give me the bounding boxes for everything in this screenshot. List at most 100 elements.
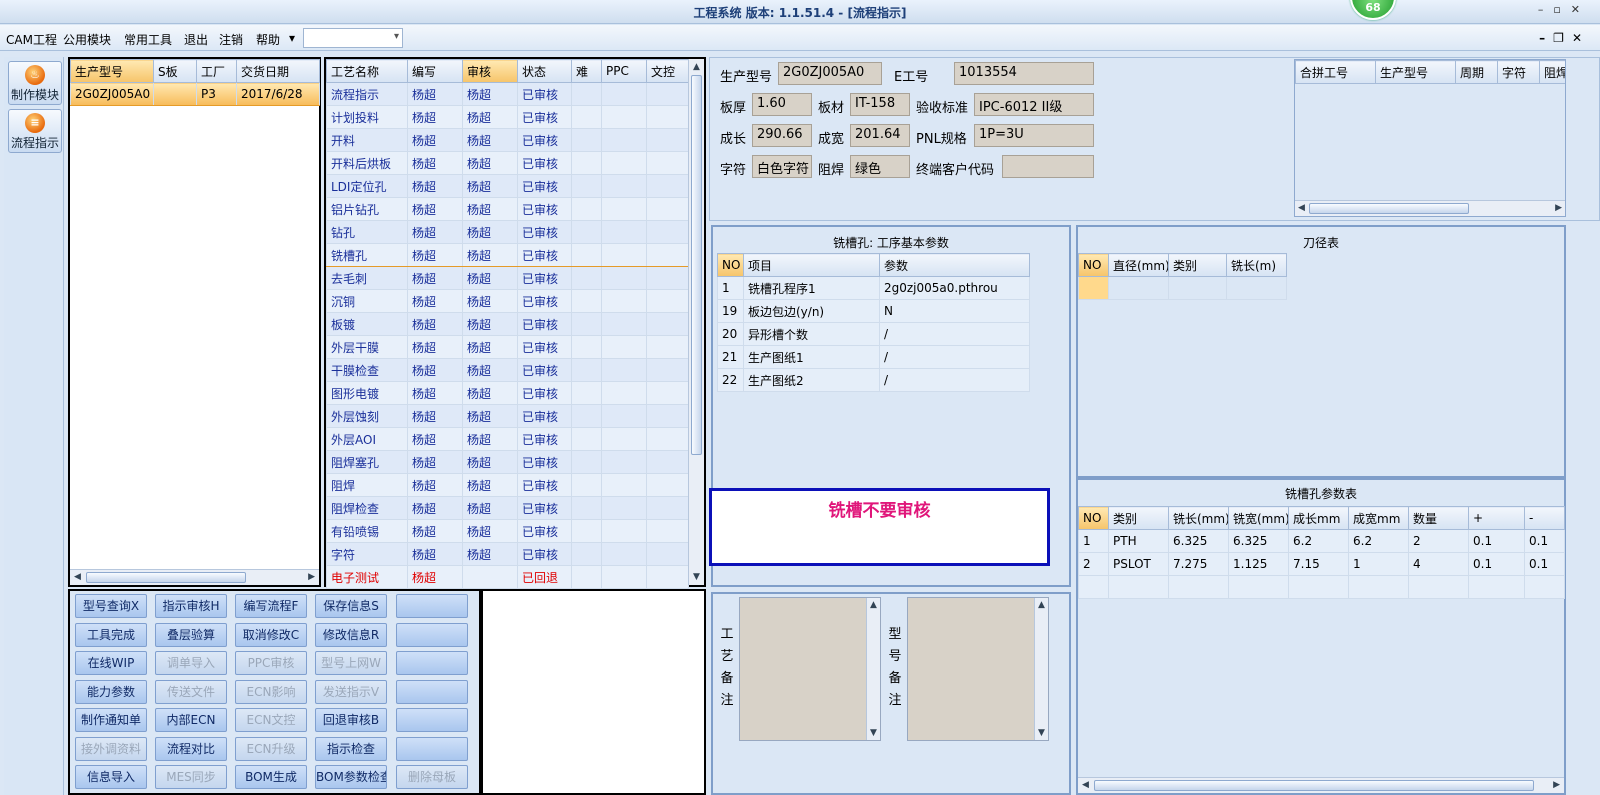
action-button[interactable]: 在线WIP (75, 651, 147, 675)
action-button[interactable]: 保存信息S (315, 594, 387, 618)
col-header[interactable]: 直径(mm) (1108, 253, 1169, 277)
col-header[interactable]: 类别 (1108, 506, 1169, 530)
col-header[interactable]: 数量 (1408, 506, 1469, 530)
table-row[interactable]: 字符 杨超 杨超 已审核 (326, 542, 689, 566)
col-header[interactable]: 状态 (517, 59, 572, 83)
table-row[interactable]: 外层干膜 杨超 杨超 已审核 (326, 335, 689, 359)
standard-field[interactable]: IPC-6012 II级 (974, 93, 1094, 116)
toolbar-combo[interactable] (303, 28, 403, 48)
table-row[interactable]: 19 板边包边(y/n) N (717, 299, 1030, 323)
model-memo-field[interactable]: ▲ ▼ (907, 597, 1049, 741)
menu-cam[interactable]: CAM工程 (6, 31, 57, 48)
table-row[interactable]: 电子测试 杨超 已回退 (326, 565, 689, 589)
table-row[interactable]: 有铅喷锡 杨超 杨超 已审核 (326, 519, 689, 543)
scroll-thumb[interactable] (86, 572, 246, 583)
table-row[interactable]: 流程指示 杨超 杨超 已审核 (326, 82, 689, 106)
action-button[interactable]: 内部ECN (155, 708, 227, 732)
action-button[interactable]: 接外调资料 (75, 736, 147, 761)
action-button[interactable]: 修改信息R (315, 622, 387, 647)
col-header[interactable]: 类别 (1168, 253, 1227, 277)
left-arrow-icon[interactable]: ◀ (74, 572, 81, 582)
table-row[interactable]: 去毛刺 杨超 杨超 已审核 (326, 266, 689, 290)
customer-field[interactable] (1002, 155, 1094, 178)
col-header[interactable]: 文控 (646, 59, 689, 83)
order-hscroll[interactable]: ◀ ▶ (70, 569, 319, 585)
close-icon[interactable]: ✕ (1572, 31, 1590, 45)
menu-help[interactable]: 帮助 (256, 31, 280, 48)
close-icon[interactable]: ✕ (1571, 3, 1590, 16)
table-row[interactable]: 阻焊 杨超 杨超 已审核 (326, 473, 689, 497)
col-header[interactable]: S板 (153, 59, 197, 83)
width-field[interactable]: 201.64 (850, 124, 910, 147)
maximize-icon[interactable]: ▫ (1553, 3, 1570, 16)
empty-button[interactable] (396, 622, 468, 647)
col-header[interactable]: 参数 (879, 253, 1030, 277)
table-row[interactable] (1078, 276, 1287, 300)
action-button[interactable]: 型号查询X (75, 594, 147, 618)
process-vscroll[interactable]: ▲ ▼ (688, 59, 704, 585)
mask-field[interactable]: 绿色 (850, 155, 910, 178)
action-button[interactable]: 叠层验算 (155, 622, 227, 647)
left-arrow-icon[interactable]: ◀ (1082, 780, 1089, 790)
action-button[interactable]: 取消修改C (235, 622, 307, 647)
col-header[interactable]: 阻焊 (1539, 60, 1565, 84)
menu-exit[interactable]: 退出 (184, 31, 208, 48)
table-row[interactable] (1078, 575, 1565, 599)
col-header[interactable]: NO (1078, 506, 1109, 530)
table-row[interactable]: LDI定位孔 杨超 杨超 已审核 (326, 174, 689, 198)
col-header[interactable]: 字符 (1497, 60, 1540, 84)
col-header[interactable]: 生产型号 (1375, 60, 1456, 84)
table-row[interactable]: 阻焊塞孔 杨超 杨超 已审核 (326, 450, 689, 474)
restore-icon[interactable]: ❐ (1553, 31, 1572, 45)
col-header[interactable]: 工厂 (196, 59, 237, 83)
down-arrow-icon[interactable]: ▼ (693, 572, 700, 582)
action-button[interactable]: 型号上网W (315, 651, 387, 675)
table-row[interactable]: 钻孔 杨超 杨超 已审核 (326, 220, 689, 244)
table-row[interactable]: 干膜检查 杨超 杨超 已审核 (326, 358, 689, 382)
table-row[interactable]: 阻焊检查 杨超 杨超 已审核 (326, 496, 689, 520)
table-row[interactable]: 板镀 杨超 杨超 已审核 (326, 312, 689, 336)
char-field[interactable]: 白色字符 (752, 155, 812, 178)
model-field[interactable]: 2G0ZJ005A0 (778, 62, 882, 85)
table-row[interactable]: 图形电镀 杨超 杨超 已审核 (326, 381, 689, 405)
scroll-thumb[interactable] (1094, 780, 1534, 791)
col-header[interactable]: 工艺名称 (326, 59, 408, 83)
down-arrow-icon[interactable]: ▼ (870, 728, 877, 738)
up-arrow-icon[interactable]: ▲ (1038, 600, 1045, 610)
up-arrow-icon[interactable]: ▲ (870, 600, 877, 610)
table-row[interactable]: 2 PSLOT 7.275 1.125 7.15 1 4 0.1 0.1 (1078, 552, 1565, 576)
menu-tools[interactable]: 常用工具 (124, 31, 172, 48)
menu-logout[interactable]: 注销 (219, 31, 243, 48)
action-button[interactable]: BOM参数检查 (315, 765, 387, 789)
empty-button[interactable] (396, 679, 468, 704)
table-row[interactable]: 外层AOI 杨超 杨超 已审核 (326, 427, 689, 451)
action-button[interactable]: 指示审核H (155, 594, 227, 618)
col-header[interactable]: 难 (571, 59, 602, 83)
thickness-field[interactable]: 1.60 (752, 93, 812, 116)
action-button[interactable]: PPC审核 (235, 651, 307, 675)
col-header[interactable]: 编写 (407, 59, 463, 83)
action-button[interactable]: 指示检查 (315, 736, 387, 761)
length-field[interactable]: 290.66 (752, 124, 812, 147)
col-header[interactable]: 铣长(m) (1226, 253, 1287, 277)
action-button[interactable]: 制作通知单 (75, 708, 147, 732)
table-row[interactable]: 开料后烘板 杨超 杨超 已审核 (326, 151, 689, 175)
chevron-down-icon[interactable]: ▾ (289, 31, 295, 45)
table-row[interactable]: 21 生产图纸1/ (717, 345, 1030, 369)
action-button[interactable]: 编写流程F (235, 594, 307, 618)
table-row[interactable]: 铣槽孔 杨超 杨超 已审核 (326, 243, 689, 267)
memo-vscroll[interactable]: ▲ ▼ (866, 598, 880, 740)
col-header[interactable]: + (1468, 506, 1525, 530)
table-row[interactable]: 22 生产图纸2/ (717, 368, 1030, 392)
action-button[interactable]: 调单导入 (155, 651, 227, 675)
right-arrow-icon[interactable]: ▶ (308, 572, 315, 582)
left-arrow-icon[interactable]: ◀ (1298, 203, 1305, 213)
col-header[interactable]: 交货日期 (236, 59, 320, 83)
process-memo-field[interactable]: ▲ ▼ (739, 597, 881, 741)
col-header[interactable]: PPC (601, 59, 647, 83)
minimize-icon[interactable]: – (1538, 3, 1554, 16)
col-header[interactable]: NO (717, 253, 744, 277)
table-row[interactable]: 外层蚀刻 杨超 杨超 已审核 (326, 404, 689, 428)
pnl-field[interactable]: 1P=3U (974, 124, 1094, 147)
action-button[interactable]: BOM生成 (235, 765, 307, 789)
